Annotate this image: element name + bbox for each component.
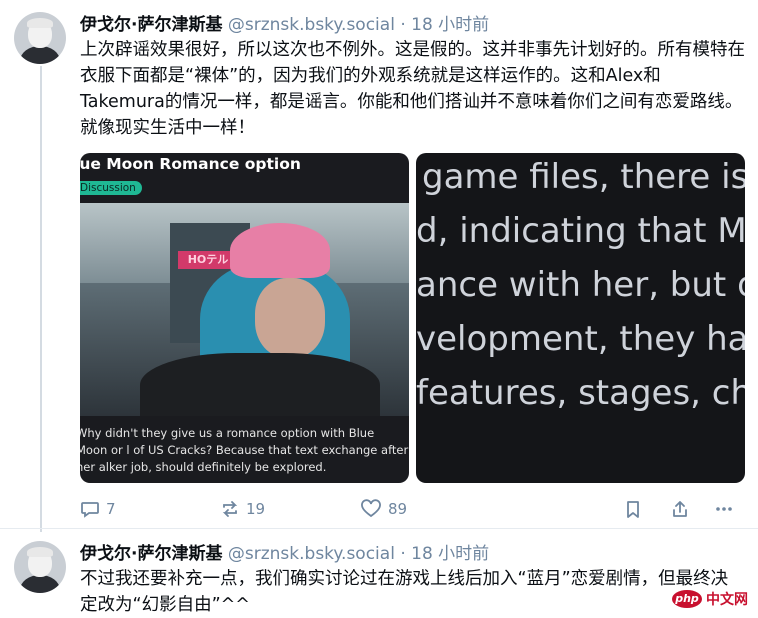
post-text: 不过我还要补充一点，我们确实讨论过在游戏上线后加入“蓝月”恋爱剧情，但最终决定改… [80, 569, 729, 615]
game-screenshot-scene: HOテル [80, 203, 409, 416]
like-count: 89 [388, 500, 408, 518]
avatar-hair-shape [27, 18, 53, 28]
handle[interactable]: @srznsk.bsky.social [228, 544, 395, 564]
screenshot-text-block: game files, there is a d, indicating tha… [416, 153, 745, 483]
bookmark-icon [627, 501, 639, 518]
screenshot-text-line: ance with her, but du [416, 265, 745, 305]
avatar-body-shape [20, 575, 60, 593]
display-name[interactable]: 伊戈尔·萨尔津斯基 [80, 15, 222, 35]
reply-icon [81, 502, 99, 518]
character-pink-cap [230, 223, 330, 278]
avatar[interactable] [14, 12, 66, 64]
screenshot-text-line: velopment, they had [416, 319, 745, 359]
post-actions: 7 19 89 [80, 497, 745, 521]
heart-icon [361, 499, 381, 518]
handle[interactable]: @srznsk.bsky.social [228, 15, 395, 35]
share-button[interactable] [670, 497, 690, 521]
screenshot-text-line: d, indicating that MA [416, 211, 745, 251]
separator-dot: · [400, 544, 406, 564]
scene-neon-sign: HOテル [178, 251, 238, 269]
repost-count: 19 [246, 500, 266, 518]
watermark-text: 中文网 [706, 592, 748, 608]
character-jacket [140, 353, 380, 416]
like-button[interactable]: 89 [360, 497, 407, 521]
media-image-right[interactable]: game files, there is a d, indicating tha… [416, 153, 745, 483]
more-dots-icon [716, 507, 732, 511]
discussion-tag: Discussion [80, 181, 142, 195]
reply-count: 7 [106, 500, 116, 518]
repost-button[interactable]: 19 [220, 497, 265, 521]
avatar-body-shape [20, 46, 60, 64]
post-header: 伊戈尔·萨尔津斯基 @srznsk.bsky.social · 18 小时前 [80, 539, 489, 564]
image-title-text: lue Moon Romance option [80, 155, 301, 173]
character-face [255, 278, 325, 358]
display-name[interactable]: 伊戈尔·萨尔津斯基 [80, 544, 222, 564]
separator-dot: · [400, 15, 406, 35]
media-image-left[interactable]: lue Moon Romance option Discussion HOテル … [80, 153, 409, 483]
screenshot-text-line: features, stages, ch [416, 373, 745, 413]
reply-button[interactable]: 7 [80, 497, 116, 521]
avatar-hair-shape [27, 547, 53, 557]
post-2: 伊戈尔·萨尔津斯基 @srznsk.bsky.social · 18 小时前 不… [0, 528, 758, 618]
avatar[interactable] [14, 541, 66, 593]
screenshot-text-line: game files, there is a [422, 157, 745, 197]
post-text: 上次辟谣效果很好，所以这次也不例外。这是假的。这并非事先计划好的。所有模特在衣服… [80, 40, 745, 138]
watermark-logo: php [672, 590, 702, 608]
timestamp[interactable]: 18 小时前 [411, 15, 489, 35]
post-header: 伊戈尔·萨尔津斯基 @srznsk.bsky.social · 18 小时前 [80, 10, 489, 35]
timestamp[interactable]: 18 小时前 [411, 544, 489, 564]
more-options-button[interactable] [714, 497, 734, 521]
site-watermark: php 中文网 [668, 587, 752, 611]
post-1: 伊戈尔·萨尔津斯基 @srznsk.bsky.social · 18 小时前 上… [0, 0, 758, 528]
share-icon [673, 501, 687, 517]
image-caption: Why didn't they give us a romance option… [80, 426, 409, 474]
bookmark-button[interactable] [624, 497, 642, 521]
repost-icon [222, 501, 238, 517]
